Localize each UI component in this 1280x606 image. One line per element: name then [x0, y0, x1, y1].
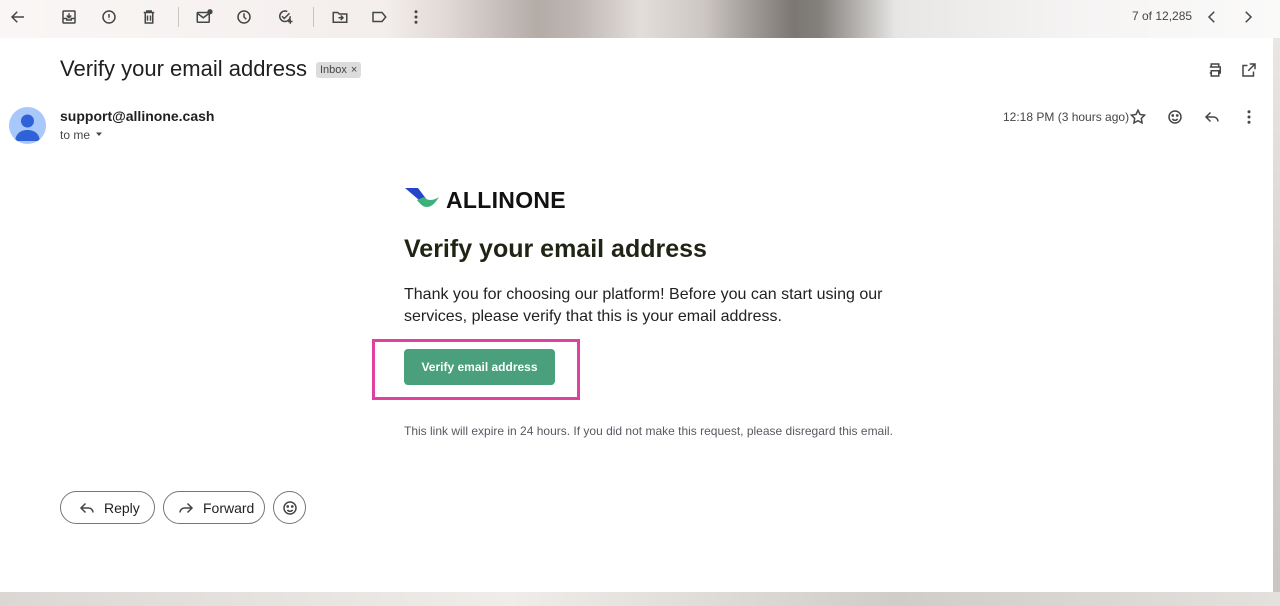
snooze-icon[interactable] [231, 4, 257, 30]
reply-button[interactable]: Reply [60, 491, 155, 524]
forward-icon [179, 502, 194, 513]
forward-label: Forward [203, 499, 255, 516]
inbox-label-chip[interactable]: Inbox × [316, 62, 362, 78]
recipient-details[interactable]: to me [60, 128, 104, 142]
older-chevron-icon[interactable] [1235, 4, 1261, 30]
subject-row: Verify your email address Inbox × [60, 56, 362, 82]
move-to-icon[interactable] [327, 4, 353, 30]
emoji-icon [282, 500, 297, 515]
delete-icon[interactable] [136, 4, 162, 30]
caret-down-icon [94, 128, 104, 142]
more-vert-icon[interactable] [403, 4, 429, 30]
message-actions [1128, 107, 1259, 127]
mark-unread-icon[interactable] [191, 4, 217, 30]
add-task-icon[interactable] [272, 4, 298, 30]
reply-label: Reply [104, 499, 140, 516]
background-bottom [0, 592, 1280, 606]
back-arrow-icon[interactable] [5, 4, 31, 30]
newer-chevron-icon[interactable] [1199, 4, 1225, 30]
remove-label-icon[interactable]: × [351, 64, 357, 76]
archive-icon[interactable] [56, 4, 82, 30]
background-right [1273, 38, 1280, 606]
reply-icon[interactable] [1202, 107, 1222, 127]
pager-count: 7 of 12,285 [1132, 9, 1193, 23]
print-icon[interactable] [1205, 60, 1225, 80]
sender-email[interactable]: support@allinone.cash [60, 108, 214, 124]
emoji-react-button[interactable] [273, 491, 306, 524]
inbox-label-text: Inbox [320, 64, 347, 76]
recipient-label: to me [60, 128, 91, 142]
label-icon[interactable] [366, 4, 392, 30]
brand-logo: ALLINONE [404, 186, 566, 215]
sender-avatar[interactable] [9, 107, 46, 144]
report-spam-icon[interactable] [96, 4, 122, 30]
thread-actions [1205, 60, 1259, 80]
message-subject: Verify your email address [60, 56, 307, 81]
toolbar-divider [178, 7, 179, 27]
message-time: 12:18 PM (3 hours ago) [1003, 110, 1130, 124]
message-card: Verify your email address Inbox × suppor… [0, 38, 1273, 592]
expiry-note: This link will expire in 24 hours. If yo… [404, 424, 893, 438]
forward-button[interactable]: Forward [163, 491, 265, 524]
emoji-icon[interactable] [1165, 107, 1185, 127]
open-new-window-icon[interactable] [1239, 60, 1259, 80]
email-heading: Verify your email address [404, 235, 707, 263]
allinone-logo-icon [404, 186, 440, 215]
more-vert-icon[interactable] [1239, 107, 1259, 127]
verify-email-button[interactable]: Verify email address [404, 349, 555, 385]
toolbar: 7 of 12,285 [0, 0, 1280, 34]
star-icon[interactable] [1128, 107, 1148, 127]
reply-icon [79, 502, 94, 513]
reply-actions: Reply Forward [60, 491, 306, 524]
brand-name: ALLINONE [446, 187, 566, 213]
toolbar-divider [313, 7, 314, 27]
email-paragraph: Thank you for choosing our platform! Bef… [404, 286, 883, 325]
